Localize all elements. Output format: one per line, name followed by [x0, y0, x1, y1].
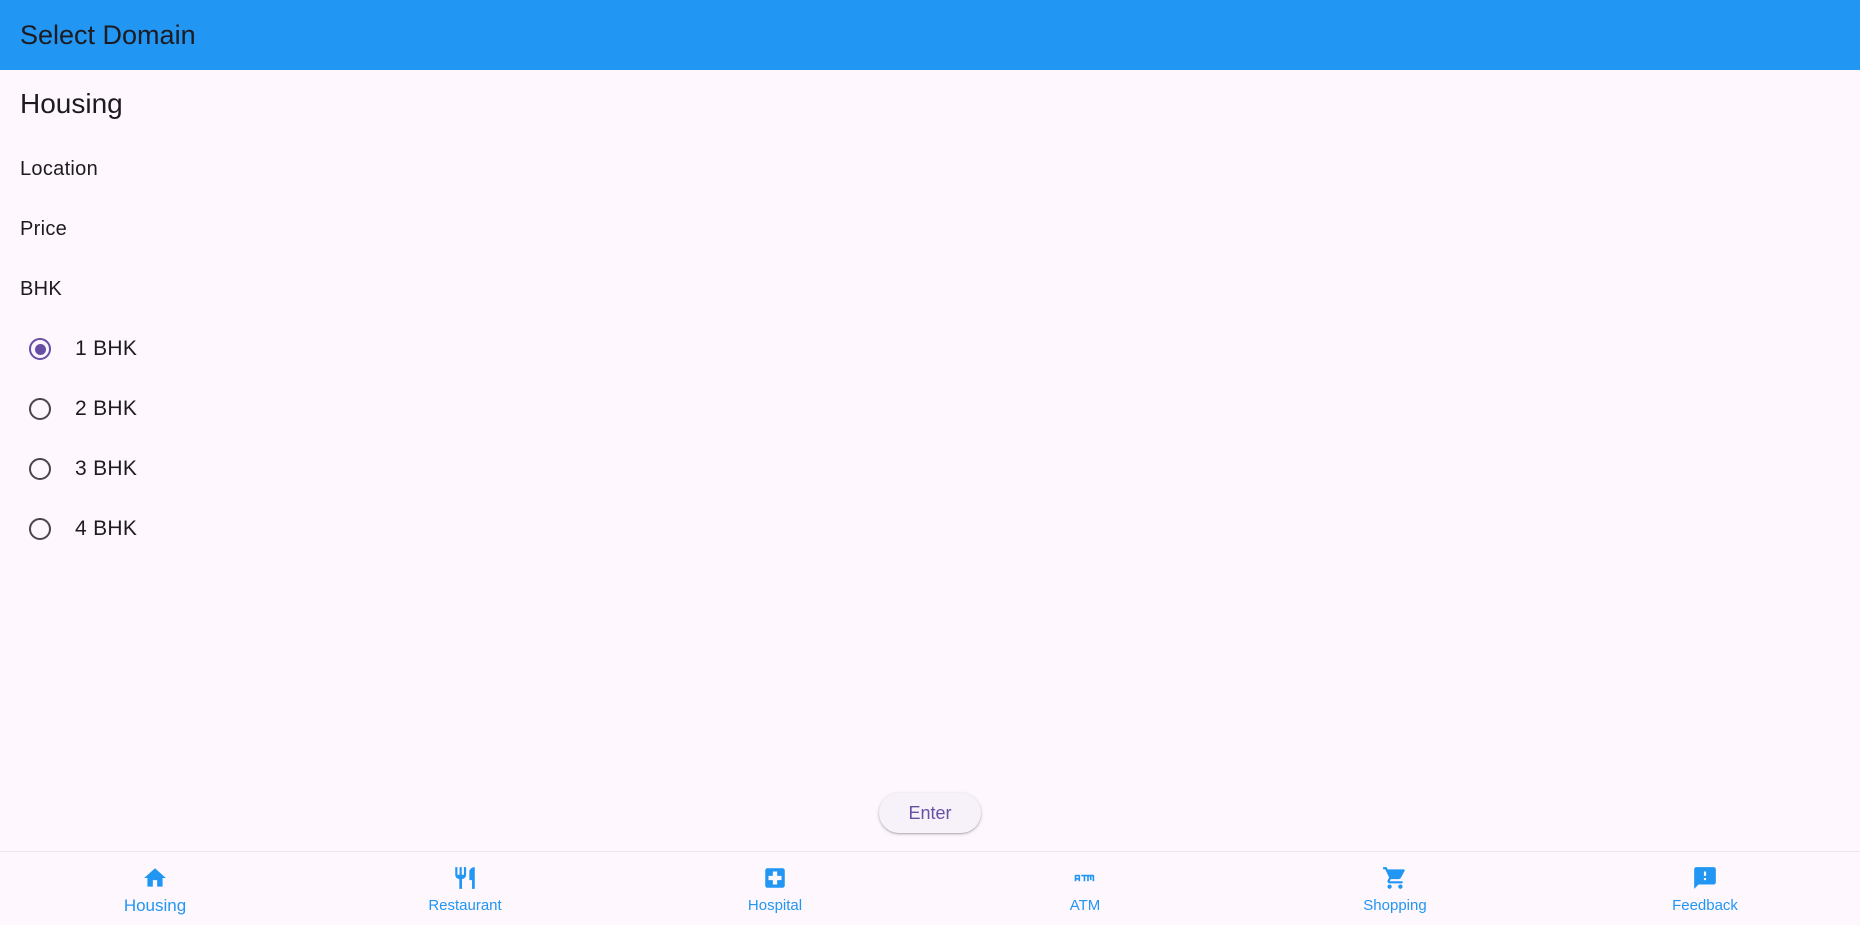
nav-label: Shopping — [1363, 897, 1427, 914]
home-icon — [140, 863, 170, 893]
nav-item-hospital[interactable]: Hospital — [620, 852, 930, 925]
bhk-option-2[interactable]: 2 BHK — [20, 385, 280, 433]
radio-button[interactable] — [20, 509, 60, 549]
bhk-option-label: 2 BHK — [75, 397, 138, 420]
app-bar-title: Select Domain — [20, 19, 196, 50]
nav-item-housing[interactable]: Housing — [0, 852, 310, 925]
bottom-navigation: Housing Restaurant Hospital ATM Shopping… — [0, 851, 1860, 925]
bhk-label: BHK — [20, 278, 63, 300]
hospital-icon — [760, 863, 790, 893]
shopping-cart-icon — [1380, 863, 1410, 893]
bhk-option-label: 1 BHK — [75, 337, 138, 360]
bhk-option-4[interactable]: 4 BHK — [20, 505, 280, 553]
feedback-icon — [1690, 863, 1720, 893]
nav-item-feedback[interactable]: Feedback — [1550, 852, 1860, 925]
bhk-option-1[interactable]: 1 BHK — [20, 325, 280, 373]
nav-label: Hospital — [747, 897, 803, 914]
radio-button[interactable] — [20, 329, 60, 369]
bhk-option-label: 3 BHK — [75, 457, 138, 480]
nav-label: ATM — [1069, 897, 1101, 914]
nav-label: Feedback — [1672, 897, 1738, 914]
bhk-option-3[interactable]: 3 BHK — [20, 445, 280, 493]
radio-button[interactable] — [20, 389, 60, 429]
nav-item-atm[interactable]: ATM — [930, 852, 1240, 925]
nav-item-restaurant[interactable]: Restaurant — [310, 852, 620, 925]
radio-button[interactable] — [20, 449, 60, 489]
price-label: Price — [20, 218, 68, 240]
atm-icon — [1070, 863, 1100, 893]
nav-label: Housing — [123, 896, 187, 915]
form-title: Housing — [20, 88, 123, 119]
nav-label: Restaurant — [428, 897, 502, 914]
restaurant-icon — [450, 863, 480, 893]
enter-button[interactable]: Enter — [879, 793, 981, 833]
app-bar: Select Domain — [0, 0, 1860, 70]
location-label: Location — [20, 158, 99, 180]
nav-item-shopping[interactable]: Shopping — [1240, 852, 1550, 925]
bhk-option-label: 4 BHK — [75, 517, 138, 540]
